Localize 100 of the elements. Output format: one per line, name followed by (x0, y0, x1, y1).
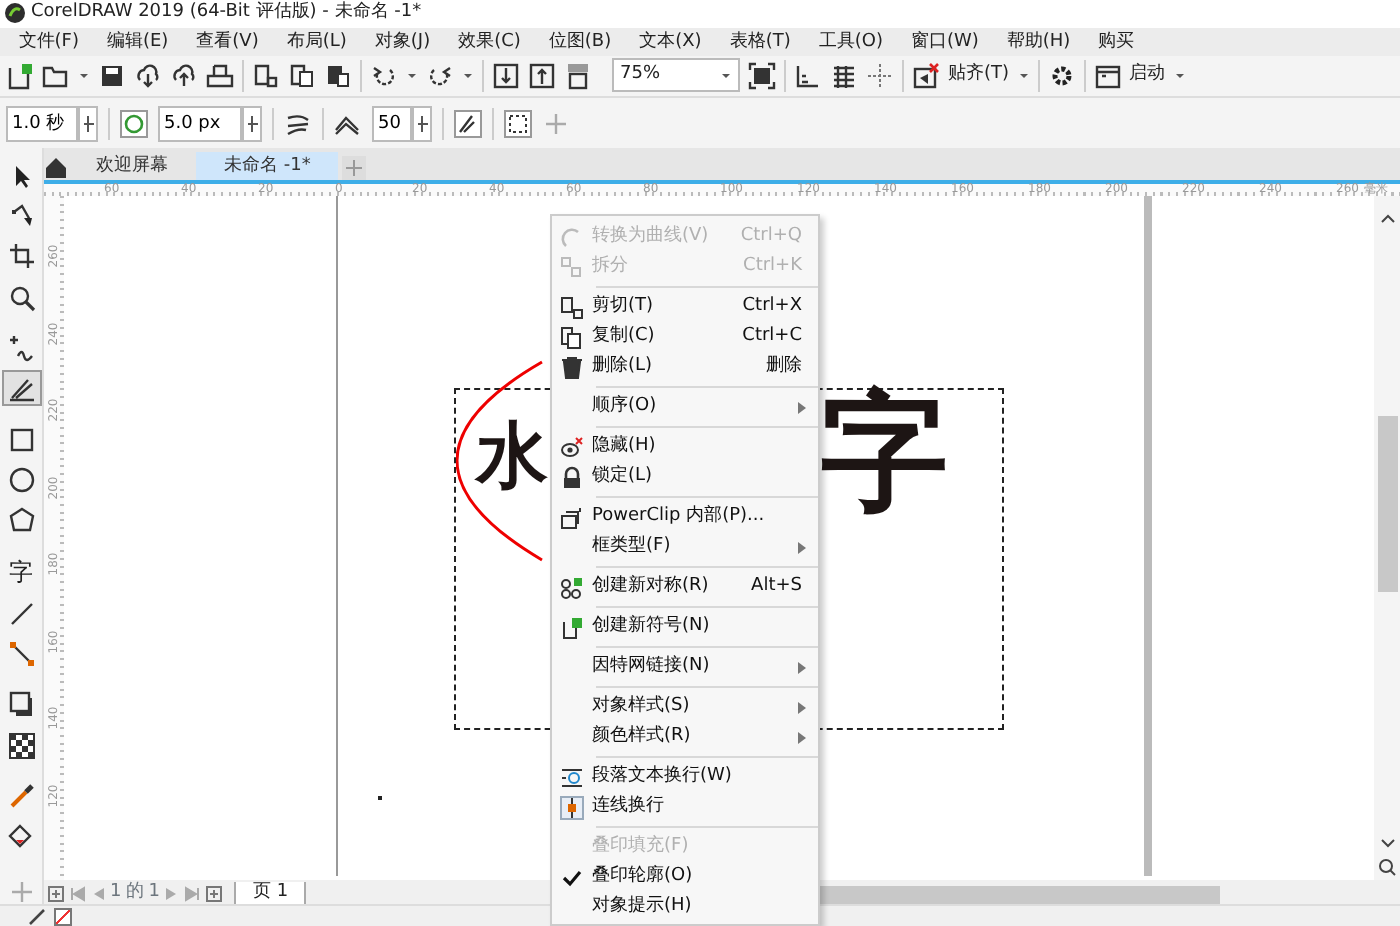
menu-item[interactable]: 隐藏(H) (552, 432, 818, 462)
menu-item[interactable]: 购买 (1084, 27, 1149, 56)
page-total: 1 (148, 880, 160, 907)
undo-icon[interactable] (370, 61, 398, 90)
trash-icon (560, 355, 584, 379)
scroll-down-icon[interactable] (1379, 838, 1395, 851)
menu-item[interactable]: PowerClip 内部(P)... (552, 502, 818, 532)
menu-item[interactable]: 布局(L) (272, 27, 361, 56)
document-icon[interactable] (252, 61, 280, 90)
menu-item[interactable]: 叠印轮廓(O) (552, 862, 818, 892)
add-page-icon[interactable] (48, 886, 65, 903)
page-tab[interactable]: 页 1 (234, 882, 307, 907)
stroke-style-icon[interactable] (284, 109, 312, 138)
menu-item[interactable]: 表格(T) (715, 27, 805, 56)
convert-to-curves-icon (560, 225, 584, 249)
spin-arrows-icon[interactable] (242, 105, 262, 142)
bounding-box-icon[interactable] (504, 109, 532, 138)
hidden-eye-icon (560, 435, 584, 459)
connector-wrap-icon (560, 795, 584, 819)
menu-item[interactable]: 对象提示(H) (552, 892, 818, 922)
menu-item[interactable]: 文件(F) (4, 27, 93, 56)
eyedropper-icon[interactable] (27, 907, 45, 926)
snap-icon[interactable] (912, 61, 940, 90)
menu-item[interactable]: 因特网链接(N) (552, 652, 818, 682)
menu-item[interactable]: 编辑(E) (92, 27, 183, 56)
document-tab[interactable]: 未命名 -1* (196, 152, 339, 181)
menu-item[interactable]: 位图(B) (534, 27, 626, 56)
settings-icon[interactable] (1047, 61, 1076, 90)
duration-field[interactable]: 1.0 秒 (6, 105, 78, 142)
ellipse-icon (7, 465, 35, 494)
menu-item[interactable]: 颜色样式(R) (552, 722, 818, 752)
scrollbar-thumb[interactable] (1377, 416, 1397, 593)
spin-arrows-icon[interactable] (78, 105, 98, 142)
scroll-up-icon[interactable] (1379, 212, 1395, 225)
rulers-icon[interactable] (794, 61, 822, 90)
add-page-icon[interactable] (205, 886, 222, 903)
text-tool[interactable]: 字 (1, 552, 41, 591)
menu-item[interactable]: 复制(C) Ctrl+C (552, 322, 818, 352)
print-icon[interactable] (206, 61, 234, 90)
menu-item[interactable]: 对象(J) (360, 27, 445, 56)
cloud-upload-icon[interactable] (170, 61, 198, 90)
submenu-arrow-icon (798, 541, 806, 553)
menu-item[interactable]: 工具(O) (804, 27, 897, 56)
menu-item[interactable]: 效果(C) (444, 27, 535, 56)
menu-item[interactable]: 连线换行 (552, 792, 818, 822)
width-field[interactable]: 5.0 px (158, 105, 242, 142)
zoom-dropdown[interactable]: 75% (612, 58, 740, 93)
drop-shadow-icon (7, 690, 35, 719)
cloud-download-icon[interactable] (134, 61, 162, 90)
import-icon[interactable] (492, 61, 520, 90)
menu-item[interactable]: 锁定(L) (552, 462, 818, 492)
lock-icon (560, 465, 584, 489)
powerclip-icon (560, 505, 584, 529)
menu-item[interactable]: 删除(L) 删除 (552, 352, 818, 382)
menu-item[interactable]: 框类型(F) (552, 532, 818, 562)
smoothing-field[interactable]: 50 (372, 105, 412, 142)
brush-icon[interactable] (454, 109, 482, 138)
check-icon (562, 867, 582, 887)
menu-item[interactable]: 顺序(O) (552, 392, 818, 422)
zoom-icon (7, 283, 35, 312)
zoom-icon[interactable] (1378, 858, 1396, 877)
page-of-label: 的 (125, 880, 144, 907)
export-icon[interactable] (528, 61, 556, 90)
submenu-arrow-icon (798, 731, 806, 743)
snap-menu[interactable]: 贴齐(T) (948, 62, 1010, 90)
new-symbol-icon (560, 615, 584, 639)
menu-item[interactable]: 段落文本换行(W) (552, 762, 818, 792)
menu-item[interactable]: 对象样式(S) (552, 692, 818, 722)
eyedropper-icon (7, 781, 35, 810)
new-document-icon[interactable] (6, 61, 34, 90)
polygon-icon (7, 506, 35, 535)
pressure-icon[interactable] (120, 109, 148, 138)
full-screen-icon[interactable] (748, 61, 776, 90)
submenu-arrow-icon (798, 661, 806, 673)
menu-item[interactable]: 查看(V) (182, 27, 273, 56)
save-icon[interactable] (98, 61, 126, 90)
no-fill-swatch[interactable] (54, 907, 72, 926)
line-icon (7, 599, 35, 628)
menu-item[interactable]: 文本(X) (625, 27, 716, 56)
clipboard-icon[interactable] (324, 61, 352, 90)
copy-pages-icon[interactable] (288, 61, 316, 90)
spin-arrows-icon[interactable] (412, 105, 432, 142)
redo-icon[interactable] (426, 61, 454, 90)
grid-icon[interactable] (830, 61, 858, 90)
page-number: 1 (110, 880, 122, 907)
folder-icon[interactable] (42, 61, 70, 90)
cut-icon (560, 295, 584, 319)
menu-item[interactable]: 帮助(H) (992, 27, 1085, 56)
menu-item[interactable]: 窗口(W) (896, 27, 993, 56)
artistic-media-button[interactable] (1, 370, 41, 407)
menu-item[interactable]: 创建新符号(N) (552, 612, 818, 642)
launch-menu[interactable]: 启动 (1129, 62, 1166, 90)
guidelines-icon[interactable] (866, 61, 894, 90)
artwork-character: 水 (476, 414, 548, 501)
menu-item[interactable]: 创建新对称(R) Alt+S (552, 572, 818, 602)
menu-item[interactable]: 剪切(T) Ctrl+X (552, 292, 818, 322)
window-icon[interactable] (1093, 61, 1122, 90)
submenu-arrow-icon (798, 401, 806, 413)
crop-icon (7, 242, 35, 271)
pdf-file-icon[interactable] (564, 61, 592, 90)
